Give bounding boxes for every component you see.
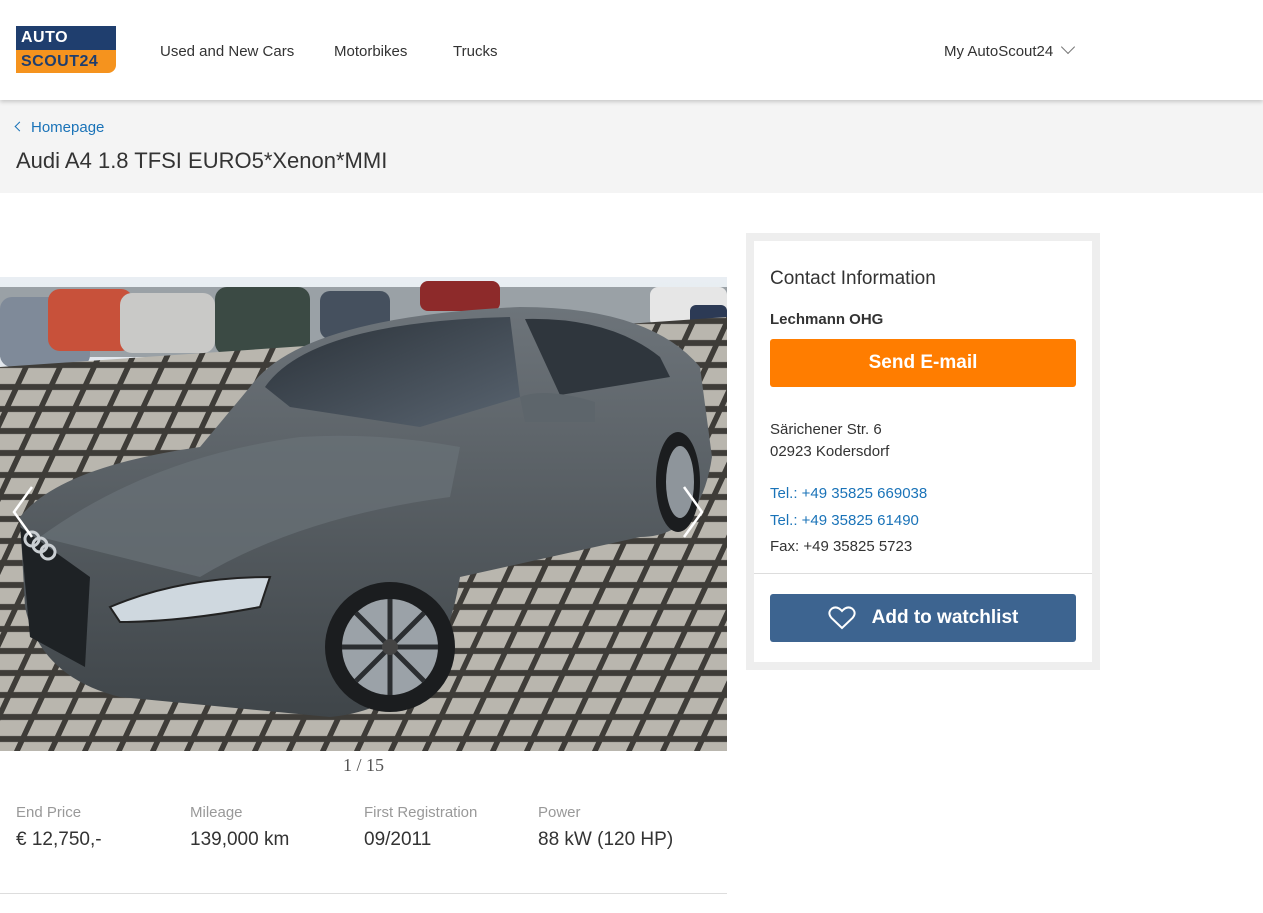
autoscout24-logo[interactable]: AUTO SCOUT24: [16, 26, 116, 73]
fact-first-registration: First Registration 09/2011: [364, 804, 534, 851]
watchlist-label: Add to watchlist: [871, 607, 1019, 628]
phone-link-1[interactable]: Tel.: +49 35825 669038: [770, 485, 927, 502]
send-email-button[interactable]: Send E-mail: [770, 339, 1076, 387]
fact-end-price: End Price € 12,750,-: [16, 804, 186, 851]
chevron-left-icon: [14, 121, 25, 132]
breadcrumb-homepage: Homepage: [31, 119, 105, 136]
logo-line-bottom: SCOUT24: [16, 50, 116, 73]
fact-label: Mileage: [190, 804, 243, 821]
breadcrumb[interactable]: Homepage: [14, 119, 105, 136]
image-gallery[interactable]: [0, 277, 727, 751]
contact-title: Contact Information: [770, 268, 936, 289]
my-autoscout24-menu[interactable]: My AutoScout24: [944, 39, 1076, 60]
title-band: [0, 100, 1263, 193]
fact-label: Power: [538, 804, 581, 821]
nav-motorbikes[interactable]: Motorbikes: [334, 43, 407, 60]
gallery-counter: 1 / 15: [343, 755, 385, 775]
contact-panel: Contact Information Lechmann OHG Send E-…: [746, 233, 1100, 670]
nav-used-new-cars[interactable]: Used and New Cars: [160, 43, 294, 60]
heart-icon: [828, 606, 856, 630]
address-street: Särichener Str. 6: [770, 421, 882, 438]
fact-label: First Registration: [364, 804, 478, 821]
car-photo: [0, 277, 727, 751]
arrow-right-icon: [682, 486, 704, 538]
fact-value: 09/2011: [364, 829, 432, 850]
fax-number: Fax: +49 35825 5723: [770, 538, 913, 555]
my-autoscout24-label: My AutoScout24: [944, 43, 1054, 60]
page-title: Audi A4 1.8 TFSI EURO5*Xenon*MMI: [16, 148, 388, 173]
divider: [754, 573, 1092, 574]
add-to-watchlist-button[interactable]: Add to watchlist: [770, 594, 1076, 642]
fact-value: € 12,750,-: [16, 829, 102, 850]
divider: [0, 893, 727, 894]
fact-value: 139,000 km: [190, 829, 290, 850]
gallery-next-button[interactable]: [672, 477, 712, 547]
fact-label: End Price: [16, 804, 82, 821]
fact-mileage: Mileage 139,000 km: [190, 804, 360, 851]
fact-value: 88 kW (120 HP): [538, 829, 674, 850]
contact-card: Contact Information Lechmann OHG Send E-…: [754, 241, 1092, 662]
address-city: 02923 Kodersdorf: [770, 443, 890, 460]
fact-power: Power 88 kW (120 HP): [538, 804, 708, 851]
gallery-prev-button[interactable]: [4, 477, 44, 547]
site-header: AUTO SCOUT24 Used and New Cars Motorbike…: [0, 0, 1263, 100]
nav-trucks[interactable]: Trucks: [453, 43, 497, 60]
logo-line-top: AUTO: [16, 26, 116, 50]
chevron-down-icon: [1061, 39, 1076, 55]
arrow-left-icon: [12, 486, 34, 538]
phone-link-2[interactable]: Tel.: +49 35825 61490: [770, 512, 919, 529]
dealer-name: Lechmann OHG: [770, 311, 884, 328]
